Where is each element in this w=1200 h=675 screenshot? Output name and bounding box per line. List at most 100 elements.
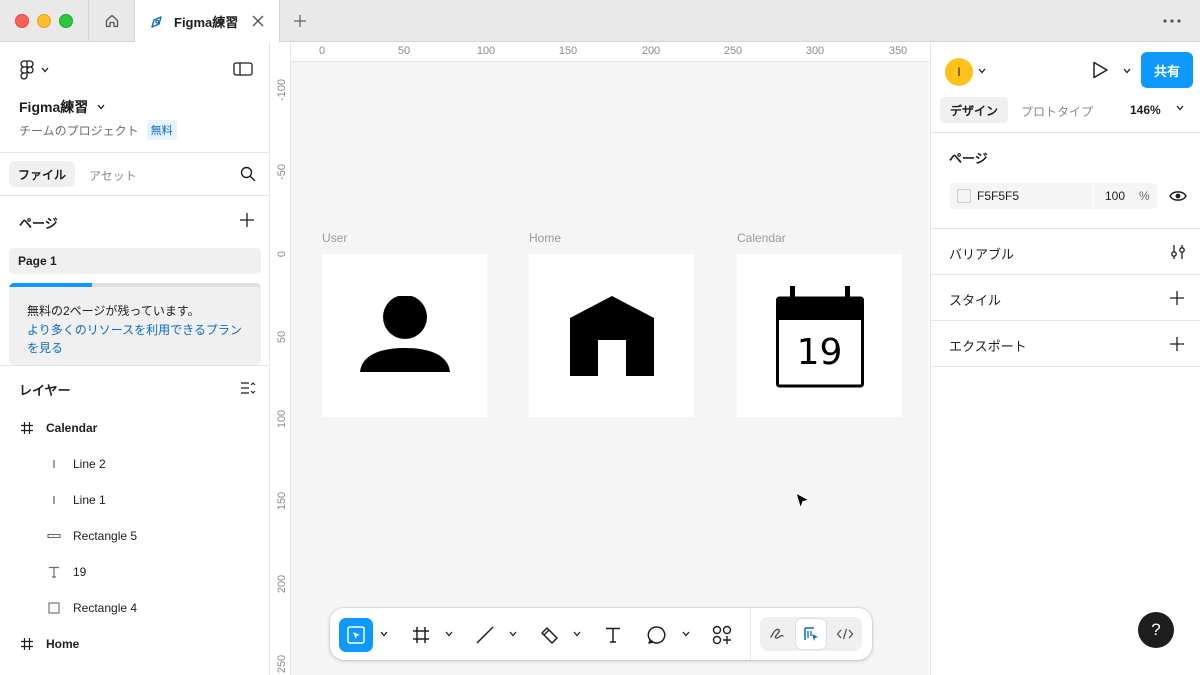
- layer-item-label: Calendar: [46, 421, 98, 435]
- pen-tool[interactable]: [532, 618, 566, 652]
- fill-hex-value[interactable]: F5F5F5: [977, 189, 1019, 203]
- divider: [1093, 183, 1094, 209]
- close-icon[interactable]: [251, 14, 265, 28]
- window-minimize-button[interactable]: [37, 14, 51, 28]
- chevron-down-icon[interactable]: [380, 631, 388, 637]
- design-canvas[interactable]: 0 50 100 150 200 250 300 350 -100 -50 0 …: [271, 42, 929, 675]
- layer-item[interactable]: 19: [47, 562, 86, 582]
- chevron-down-icon[interactable]: [445, 631, 453, 637]
- frame-user[interactable]: [322, 254, 487, 417]
- frame-label-calendar[interactable]: Calendar: [737, 231, 786, 245]
- vertical-ruler: -100 -50 0 50 100 150 200 250: [271, 42, 291, 675]
- frame-label-home[interactable]: Home: [529, 231, 561, 245]
- home-outline-icon: [105, 14, 118, 28]
- share-button[interactable]: 共有: [1141, 52, 1193, 88]
- text-tool-icon: [606, 627, 620, 643]
- line-tool[interactable]: [468, 618, 502, 652]
- file-name-button[interactable]: Figma練習: [19, 97, 105, 117]
- move-tool[interactable]: [339, 618, 373, 652]
- search-icon[interactable]: [240, 166, 256, 182]
- project-info: チームのプロジェクト 無料: [19, 120, 177, 140]
- frame-tool[interactable]: [404, 618, 438, 652]
- tab-title: Figma練習: [174, 15, 239, 30]
- chevron-down-icon[interactable]: [573, 631, 581, 637]
- eye-icon[interactable]: [1169, 189, 1187, 203]
- file-name: Figma練習: [19, 99, 89, 115]
- ruler-tick: 350: [888, 45, 908, 57]
- export-section-title: エクスポート: [949, 339, 1027, 354]
- ruler-tick: 100: [276, 409, 288, 429]
- frame-home[interactable]: [529, 254, 694, 417]
- user-avatar[interactable]: I: [945, 58, 973, 86]
- view-plans-link[interactable]: より多くのリソースを利用できるプランを見る: [27, 321, 247, 357]
- divider: [931, 366, 1200, 367]
- help-button[interactable]: ?: [1138, 612, 1174, 648]
- text-tool[interactable]: [596, 618, 630, 652]
- page-item[interactable]: Page 1: [9, 248, 261, 274]
- design-file-icon: [151, 15, 162, 28]
- tab-prototype[interactable]: プロトタイプ: [1021, 103, 1093, 120]
- dev-mode-button[interactable]: [830, 619, 860, 649]
- collapse-layers-icon[interactable]: [240, 381, 256, 395]
- layers-section-title: レイヤー: [19, 383, 71, 398]
- chevron-down-icon[interactable]: [1123, 68, 1131, 74]
- chevron-down-icon[interactable]: [682, 631, 690, 637]
- add-page-plus-icon[interactable]: [240, 213, 254, 227]
- ruler-tick: 0: [276, 250, 288, 258]
- tab-design[interactable]: デザイン: [940, 97, 1008, 123]
- chevron-down-icon[interactable]: [509, 631, 517, 637]
- bottom-toolbar: [330, 608, 872, 660]
- layer-item[interactable]: Line 1: [47, 490, 106, 510]
- layer-item[interactable]: Line 2: [47, 454, 106, 474]
- new-tab-plus-icon[interactable]: [292, 13, 308, 29]
- add-export-plus-icon[interactable]: [1170, 337, 1184, 351]
- calendar-date-number: 19: [796, 331, 843, 373]
- play-icon[interactable]: [1091, 61, 1109, 79]
- window-maximize-button[interactable]: [59, 14, 73, 28]
- divider: [931, 320, 1200, 321]
- free-plan-upsell: 無料の2ページが残っています。 より多くのリソースを利用できるプランを見る: [9, 283, 261, 365]
- home-icon: [569, 295, 654, 376]
- layer-item[interactable]: Rectangle 5: [47, 526, 137, 546]
- zoom-level[interactable]: 146%: [1130, 103, 1161, 117]
- more-options-icon[interactable]: [1162, 18, 1182, 24]
- layer-item[interactable]: Rectangle 4: [47, 598, 137, 618]
- layer-item[interactable]: Home: [20, 634, 79, 654]
- main-menu-button[interactable]: [19, 60, 49, 80]
- layer-item[interactable]: Calendar: [20, 418, 97, 438]
- divider: [0, 365, 269, 366]
- chevron-down-icon[interactable]: [978, 68, 986, 74]
- file-tab[interactable]: Figma練習: [134, 0, 280, 43]
- layer-item-label: Rectangle 5: [73, 529, 138, 543]
- color-swatch[interactable]: [957, 189, 971, 203]
- plan-badge[interactable]: 無料: [146, 120, 177, 140]
- frame-calendar[interactable]: 19: [737, 254, 902, 417]
- page-fill-row[interactable]: F5F5F5 100 %: [949, 183, 1157, 209]
- tab-assets[interactable]: アセット: [89, 167, 137, 184]
- layer-item-label: Line 1: [73, 493, 106, 507]
- divider: [931, 274, 1200, 275]
- figma-logo-icon: [20, 60, 34, 80]
- variables-icon[interactable]: [1170, 244, 1186, 260]
- frame-label-user[interactable]: User: [322, 231, 347, 245]
- design-mode-icon: [804, 627, 818, 641]
- fill-opacity-value[interactable]: 100: [1105, 189, 1125, 203]
- ruler-tick: 0: [318, 45, 326, 57]
- design-mode-button[interactable]: [796, 619, 826, 649]
- components-tool[interactable]: [705, 618, 739, 652]
- chevron-down-icon[interactable]: [1176, 105, 1184, 111]
- window-close-button[interactable]: [15, 14, 29, 28]
- thin-rectangle-icon: [47, 529, 61, 543]
- home-tab-button[interactable]: [88, 0, 134, 42]
- add-style-plus-icon[interactable]: [1170, 291, 1184, 305]
- draw-mode-button[interactable]: [762, 619, 792, 649]
- rectangle-icon: [47, 601, 61, 615]
- comment-tool[interactable]: [640, 618, 674, 652]
- comment-icon: [647, 626, 666, 644]
- horizontal-ruler: 0 50 100 150 200 250 300 350: [271, 42, 929, 62]
- project-name[interactable]: チームのプロジェクト: [19, 122, 139, 139]
- tab-file[interactable]: ファイル: [9, 161, 75, 187]
- sidebar-toggle-icon[interactable]: [233, 62, 253, 76]
- draw-mode-icon: [770, 628, 784, 639]
- text-icon: [47, 565, 61, 579]
